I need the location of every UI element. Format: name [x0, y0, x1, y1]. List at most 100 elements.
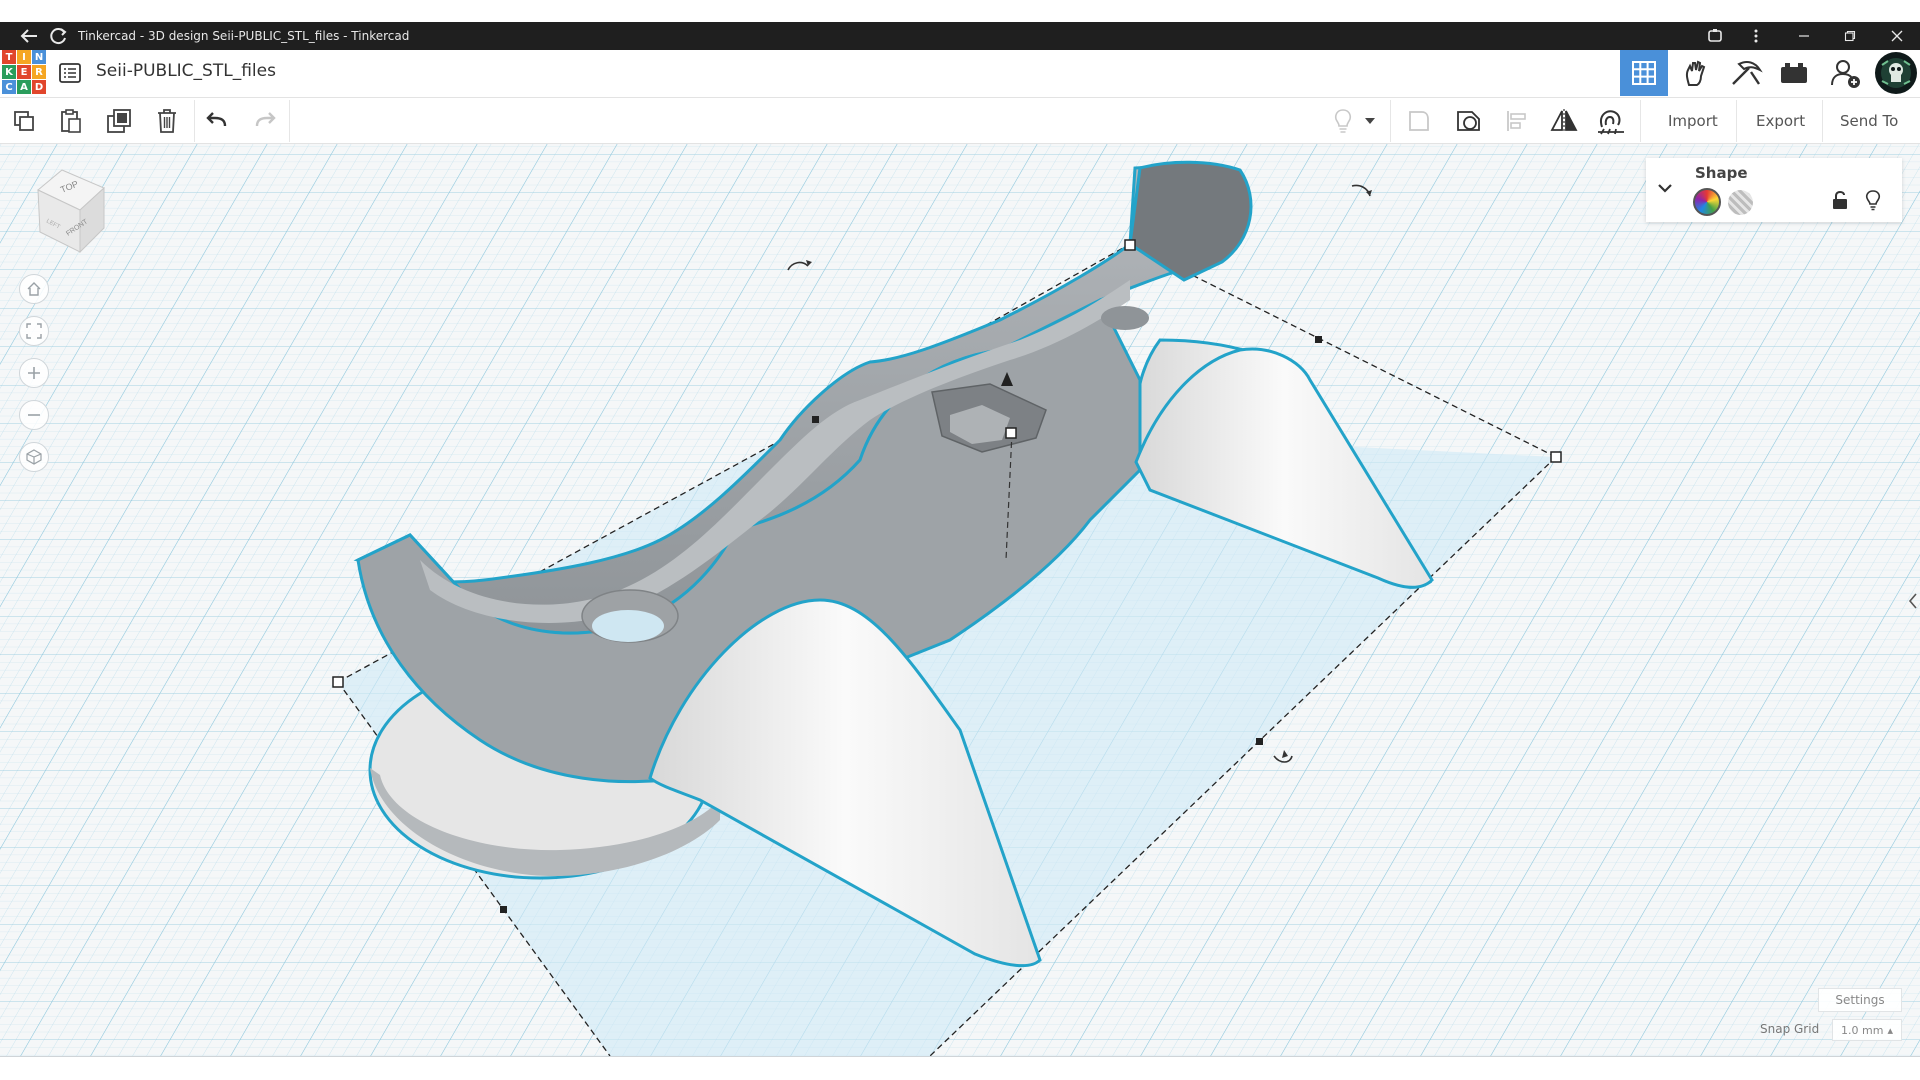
- briefcase-icon: [1781, 63, 1807, 83]
- delete-button[interactable]: [150, 104, 184, 138]
- 3d-design-view-button[interactable]: [1620, 50, 1668, 96]
- edit-toolbar: [0, 98, 1920, 144]
- light-bulb-icon: [1334, 109, 1352, 133]
- minus-icon: [28, 414, 40, 416]
- perspective-button[interactable]: [19, 442, 49, 472]
- close-icon[interactable]: [1883, 25, 1911, 47]
- copy-button[interactable]: [7, 104, 41, 138]
- fit-view-icon: [26, 323, 42, 339]
- plus-icon: [28, 367, 40, 379]
- invite-user-button[interactable]: [1822, 50, 1870, 96]
- window-title: Tinkercad - 3D design Seii-PUBLIC_STL_fi…: [78, 29, 410, 43]
- home-view-button[interactable]: [19, 274, 49, 304]
- bricks-button[interactable]: [1722, 50, 1770, 96]
- edge-handle[interactable]: [812, 416, 819, 423]
- lock-icon[interactable]: [1831, 190, 1849, 210]
- blocks-button[interactable]: [1672, 50, 1720, 96]
- edge-handle[interactable]: [1256, 738, 1263, 745]
- avatar: [1875, 52, 1917, 94]
- tinkercad-logo[interactable]: T I N K E R C A D: [2, 50, 46, 95]
- zoom-in-button[interactable]: [19, 358, 49, 388]
- toolbar-divider: [1640, 100, 1641, 142]
- chevron-down-icon[interactable]: [1656, 180, 1674, 196]
- view-cube[interactable]: TOP FRONT LEFT: [18, 164, 108, 256]
- notes-dropdown[interactable]: [1362, 104, 1378, 138]
- undo-icon: [206, 112, 227, 127]
- snap-grid-select[interactable]: 1.0 mm ▴: [1832, 1019, 1902, 1041]
- back-arrow-icon[interactable]: [18, 26, 40, 46]
- restore-icon[interactable]: [1836, 25, 1864, 47]
- logo-letter: E: [17, 65, 31, 79]
- home-icon: [27, 282, 41, 296]
- minimize-icon[interactable]: [1790, 25, 1818, 47]
- workplane-viewport[interactable]: [0, 144, 1920, 1056]
- export-button[interactable]: Export: [1744, 104, 1817, 138]
- align-button[interactable]: [1500, 104, 1534, 138]
- toolbar-divider: [1736, 100, 1737, 142]
- scene-canvas[interactable]: [0, 144, 1920, 1056]
- fit-view-button[interactable]: [19, 316, 49, 346]
- edge-handle[interactable]: [1315, 336, 1322, 343]
- redo-button[interactable]: [248, 104, 282, 138]
- screen: { "window": { "title": "Tinkercad - 3D d…: [0, 0, 1920, 1080]
- logo-letter: R: [32, 65, 46, 79]
- notes-button[interactable]: [1326, 104, 1360, 138]
- hole-swatch[interactable]: [1728, 190, 1753, 215]
- snap-grid-arrow-icon: ▴: [1887, 1023, 1893, 1037]
- align-icon: [1507, 111, 1526, 131]
- pickaxe-icon: [1732, 61, 1763, 85]
- more-options-icon[interactable]: [1742, 25, 1770, 47]
- trash-icon: [158, 109, 176, 133]
- paste-icon: [61, 109, 81, 133]
- group-button[interactable]: [1402, 104, 1436, 138]
- logo-letter: D: [32, 80, 46, 94]
- send-to-button[interactable]: Send To: [1828, 104, 1910, 138]
- group-icon: [1409, 111, 1429, 131]
- visibility-bulb-icon[interactable]: [1864, 189, 1882, 211]
- round-hole-back: [1101, 306, 1149, 330]
- reload-icon[interactable]: [48, 26, 70, 46]
- ungroup-icon: [1457, 111, 1480, 131]
- zoom-out-button[interactable]: [19, 400, 49, 430]
- copy-icon: [14, 111, 34, 131]
- mirror-icon: [1550, 109, 1578, 133]
- grid-view-icon: [1632, 61, 1656, 85]
- duplicate-button[interactable]: [102, 104, 136, 138]
- settings-button[interactable]: Settings: [1818, 988, 1902, 1012]
- corner-handle[interactable]: [1124, 239, 1136, 251]
- cruise-hand-icon: [1598, 110, 1624, 135]
- edge-handle[interactable]: [500, 906, 507, 913]
- sim-lab-button[interactable]: [1770, 50, 1818, 96]
- add-user-icon: [1831, 60, 1860, 88]
- window-title-bar: Tinkercad - 3D design Seii-PUBLIC_STL_fi…: [0, 22, 1920, 50]
- perspective-cube-icon: [26, 449, 42, 465]
- dropdown-caret-icon: [1365, 118, 1375, 124]
- design-name[interactable]: Seii-PUBLIC_STL_files: [96, 61, 276, 81]
- logo-letter: N: [32, 50, 46, 64]
- paste-button[interactable]: [54, 104, 88, 138]
- toolbar-divider: [1822, 100, 1823, 142]
- logo-letter: K: [2, 65, 16, 79]
- logo-letter: A: [17, 80, 31, 94]
- import-button[interactable]: Import: [1656, 104, 1730, 138]
- blocks-hand-icon: [1685, 60, 1706, 86]
- height-handle[interactable]: [1005, 427, 1017, 439]
- profile-avatar-button[interactable]: [1872, 50, 1920, 96]
- extensions-icon[interactable]: [1701, 25, 1729, 47]
- mirror-button[interactable]: [1547, 104, 1581, 138]
- toolbar-divider: [1390, 100, 1391, 142]
- undo-button[interactable]: [200, 104, 234, 138]
- corner-handle[interactable]: [1550, 451, 1562, 463]
- snap-grid-label: Snap Grid: [1760, 1022, 1820, 1036]
- toolbar-divider: [289, 100, 290, 142]
- shape-inspector: Shape: [1646, 158, 1902, 222]
- logo-letter: I: [17, 50, 31, 64]
- panel-collapse-button[interactable]: [1906, 586, 1920, 616]
- logo-letter: T: [2, 50, 16, 64]
- corner-handle[interactable]: [332, 676, 344, 688]
- toolbar-divider: [194, 100, 195, 142]
- design-list-icon[interactable]: [58, 62, 82, 84]
- ungroup-button[interactable]: [1452, 104, 1486, 138]
- cruise-button[interactable]: [1594, 104, 1628, 138]
- solid-color-swatch[interactable]: [1693, 188, 1721, 216]
